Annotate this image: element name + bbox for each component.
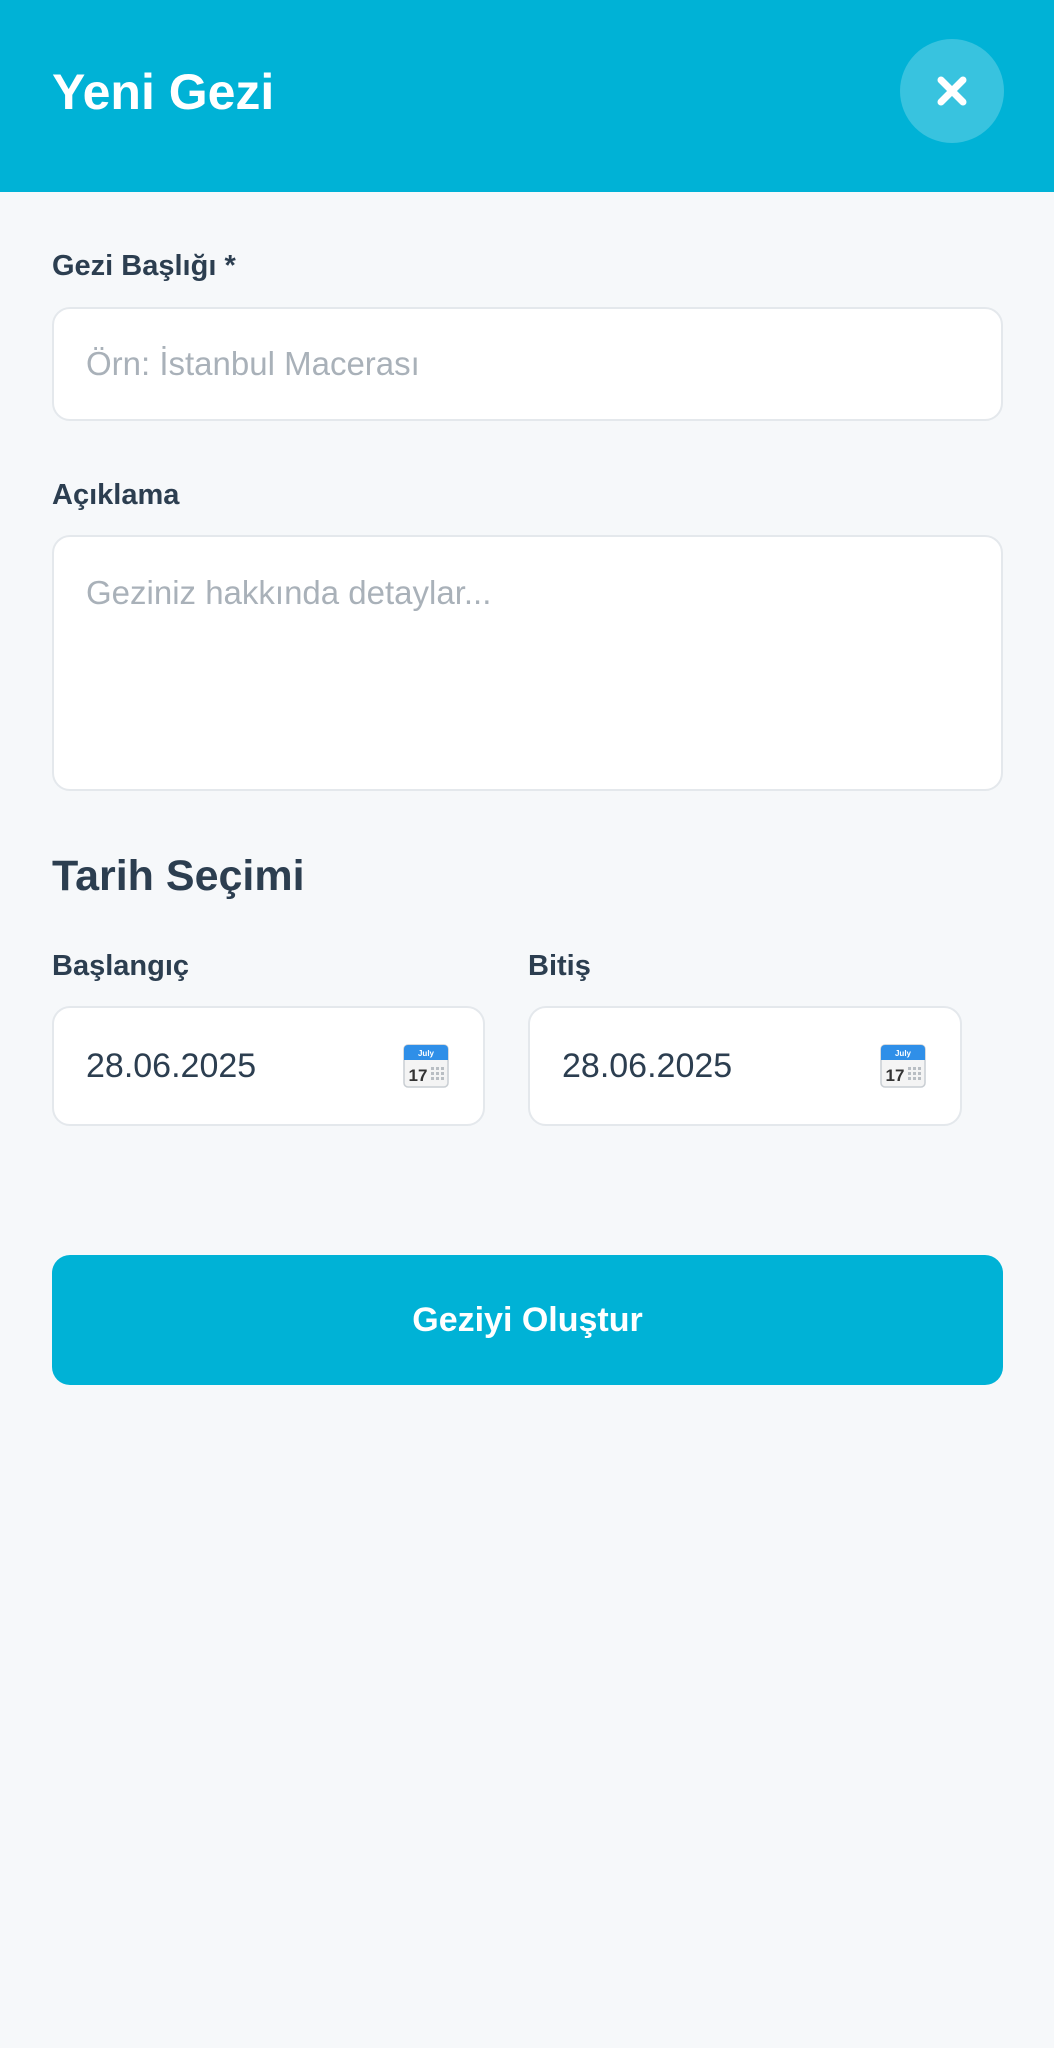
start-date-label: Başlangıç [52, 950, 189, 982]
calendar-icon-month: July [895, 1049, 912, 1058]
calendar-icon-month: July [418, 1049, 435, 1058]
calendar-icon[interactable]: July 17 [880, 1043, 926, 1089]
new-trip-screen: Yeni Gezi Gezi Başlığı * Açıklama Tarih … [0, 0, 1054, 2048]
trip-title-input[interactable] [54, 309, 1001, 419]
date-section-title: Tarih Seçimi [52, 852, 305, 900]
end-date-picker[interactable]: 28.06.2025 July 17 [528, 1006, 962, 1126]
create-trip-button-label: Geziyi Oluştur [412, 1300, 643, 1339]
end-date-value: 28.06.2025 [562, 1047, 733, 1085]
close-button[interactable] [900, 39, 1004, 143]
calendar-icon-day: 17 [409, 1066, 428, 1085]
calendar-icon-day: 17 [886, 1066, 905, 1085]
create-trip-button[interactable]: Geziyi Oluştur [52, 1255, 1003, 1385]
trip-title-label: Gezi Başlığı * [52, 250, 236, 282]
start-date-value: 28.06.2025 [86, 1047, 257, 1085]
header-bar: Yeni Gezi [0, 0, 1054, 192]
start-date-picker[interactable]: 28.06.2025 July 17 [52, 1006, 485, 1126]
trip-title-field-container [52, 307, 1003, 421]
close-icon [937, 76, 967, 106]
calendar-icon[interactable]: July 17 [403, 1043, 449, 1089]
description-label: Açıklama [52, 479, 180, 511]
description-input[interactable] [54, 537, 1001, 789]
description-field-container [52, 535, 1003, 791]
end-date-label: Bitiş [528, 950, 591, 982]
page-title: Yeni Gezi [52, 64, 275, 120]
